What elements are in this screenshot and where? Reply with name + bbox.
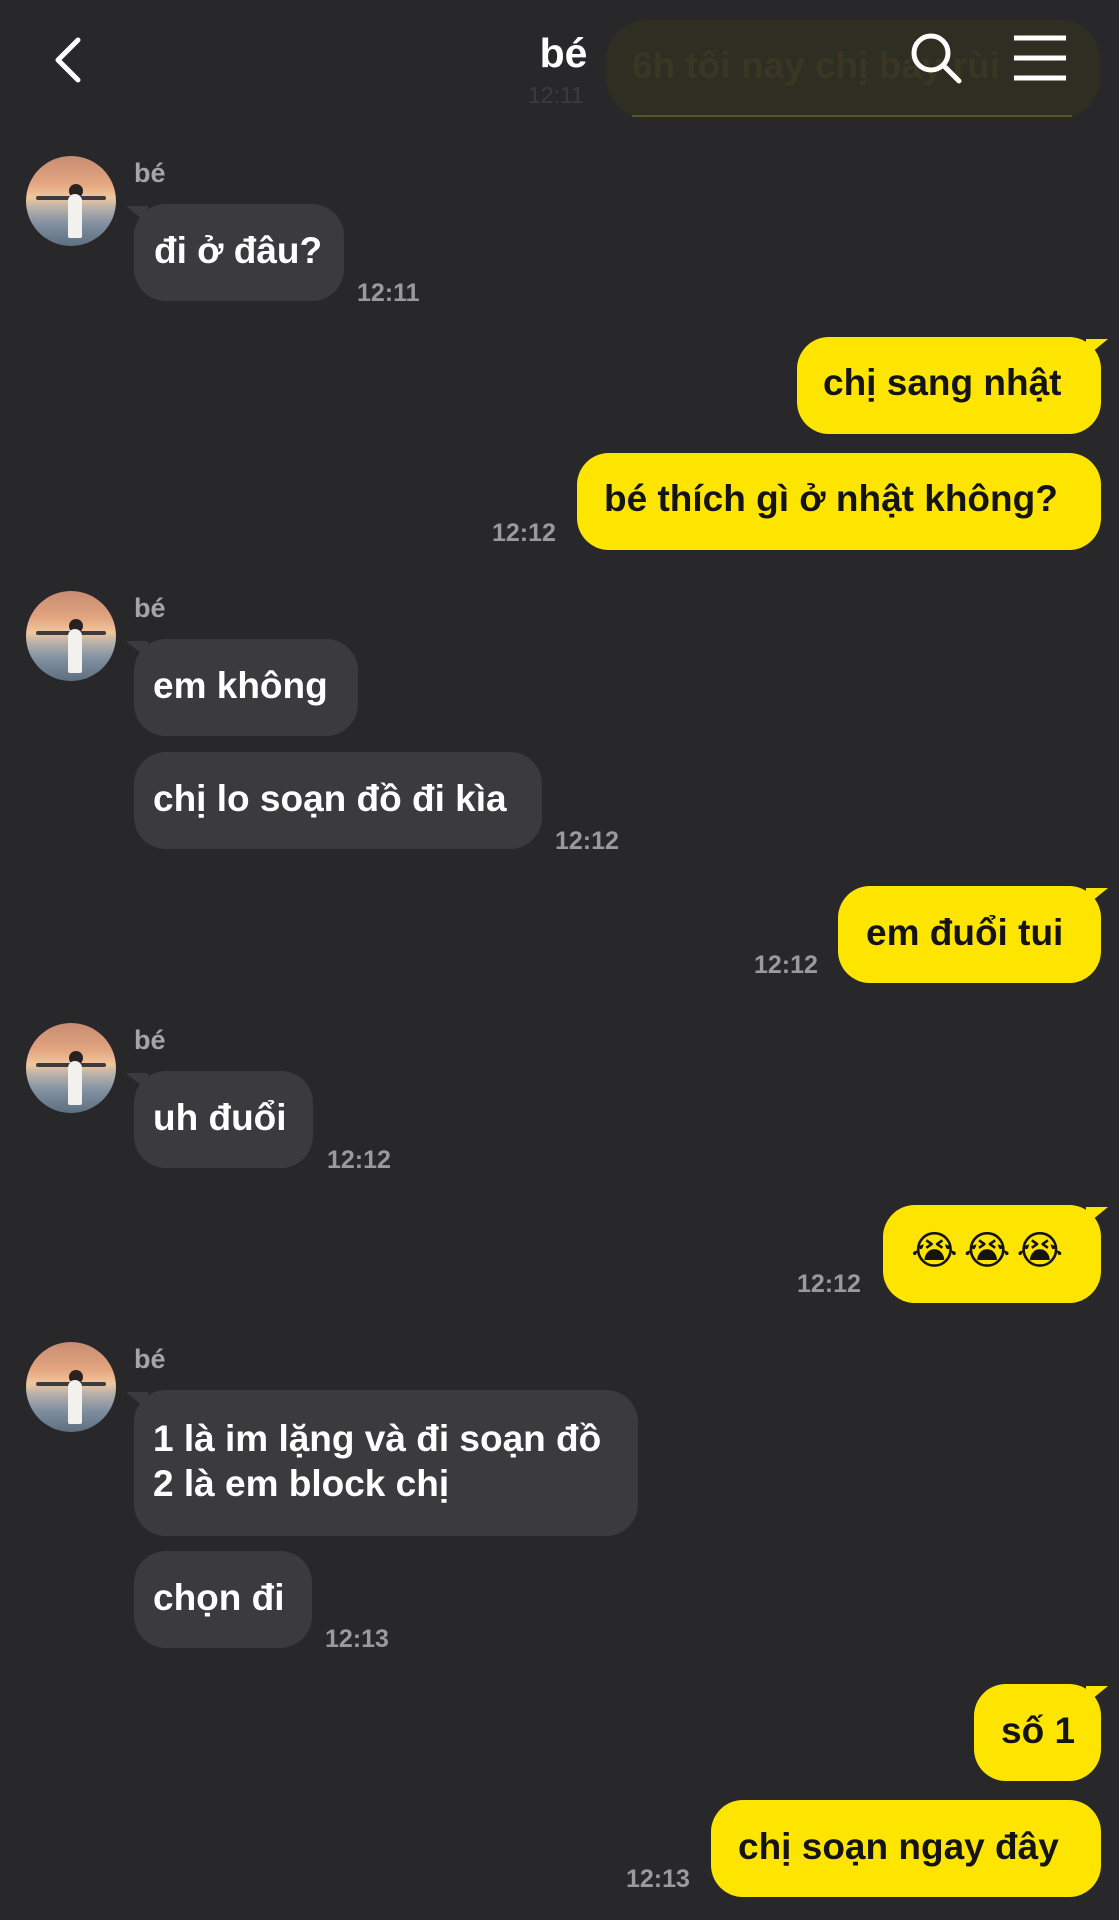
- bubble-tail: [1086, 1686, 1108, 1704]
- avatar-figure: [68, 629, 82, 673]
- overlay-preview-time: 12:11: [528, 82, 584, 108]
- message-time: 12:12: [754, 951, 818, 979]
- message-bubble-incoming[interactable]: đi ở đâu?: [134, 204, 344, 301]
- avatar[interactable]: [26, 1023, 116, 1113]
- bubble-tail: [1086, 888, 1108, 906]
- bubble-tail: [1086, 339, 1108, 357]
- overlay-divider: [632, 115, 1072, 117]
- message-time: 12:12: [797, 1270, 861, 1298]
- message-bubble-incoming[interactable]: uh đuổi: [134, 1071, 313, 1168]
- message-bubble-incoming[interactable]: em không: [134, 639, 358, 736]
- message-time: 12:11: [357, 279, 420, 307]
- chat-title-text: bé: [539, 30, 588, 76]
- sender-name: bé: [134, 158, 166, 188]
- avatar[interactable]: [26, 591, 116, 681]
- avatar-figure: [68, 1061, 82, 1105]
- message-bubble-outgoing[interactable]: bé thích gì ở nhật không?: [577, 453, 1101, 550]
- message-time: 12:12: [555, 827, 619, 855]
- hamburger-menu-icon: [1014, 35, 1066, 81]
- search-button[interactable]: [908, 30, 964, 86]
- message-bubble-outgoing[interactable]: 😭😭😭: [883, 1205, 1101, 1303]
- message-bubble-outgoing[interactable]: chị soạn ngay đây: [711, 1800, 1101, 1897]
- message-bubble-outgoing[interactable]: chị sang nhật: [797, 337, 1101, 434]
- bubble-tail: [1086, 1207, 1108, 1225]
- message-bubble-incoming[interactable]: chọn đi: [134, 1551, 312, 1648]
- sender-name: bé: [134, 593, 166, 623]
- message-line: 1 là im lặng và đi soạn đồ: [153, 1418, 602, 1459]
- menu-button[interactable]: [1012, 34, 1068, 82]
- message-line: 2 là em block chị: [153, 1463, 450, 1504]
- message-bubble-incoming[interactable]: chị lo soạn đồ đi kìa: [134, 752, 542, 849]
- avatar-figure: [68, 194, 82, 238]
- message-bubble-outgoing[interactable]: số 1: [974, 1684, 1101, 1781]
- chat-header: 12:11 6h tối nay chị bay rùi bé: [0, 0, 1119, 120]
- search-icon: [911, 33, 962, 84]
- sender-name: bé: [134, 1025, 166, 1055]
- message-bubble-incoming[interactable]: 1 là im lặng và đi soạn đồ 2 là em block…: [134, 1390, 638, 1536]
- message-time: 12:12: [492, 519, 556, 547]
- avatar[interactable]: [26, 156, 116, 246]
- avatar[interactable]: [26, 1342, 116, 1432]
- message-time: 12:13: [325, 1625, 389, 1653]
- message-bubble-outgoing[interactable]: em đuổi tui: [838, 886, 1101, 983]
- message-time: 12:13: [626, 1865, 690, 1893]
- message-time: 12:12: [327, 1146, 391, 1174]
- sender-name: bé: [134, 1344, 166, 1374]
- avatar-figure: [68, 1380, 82, 1424]
